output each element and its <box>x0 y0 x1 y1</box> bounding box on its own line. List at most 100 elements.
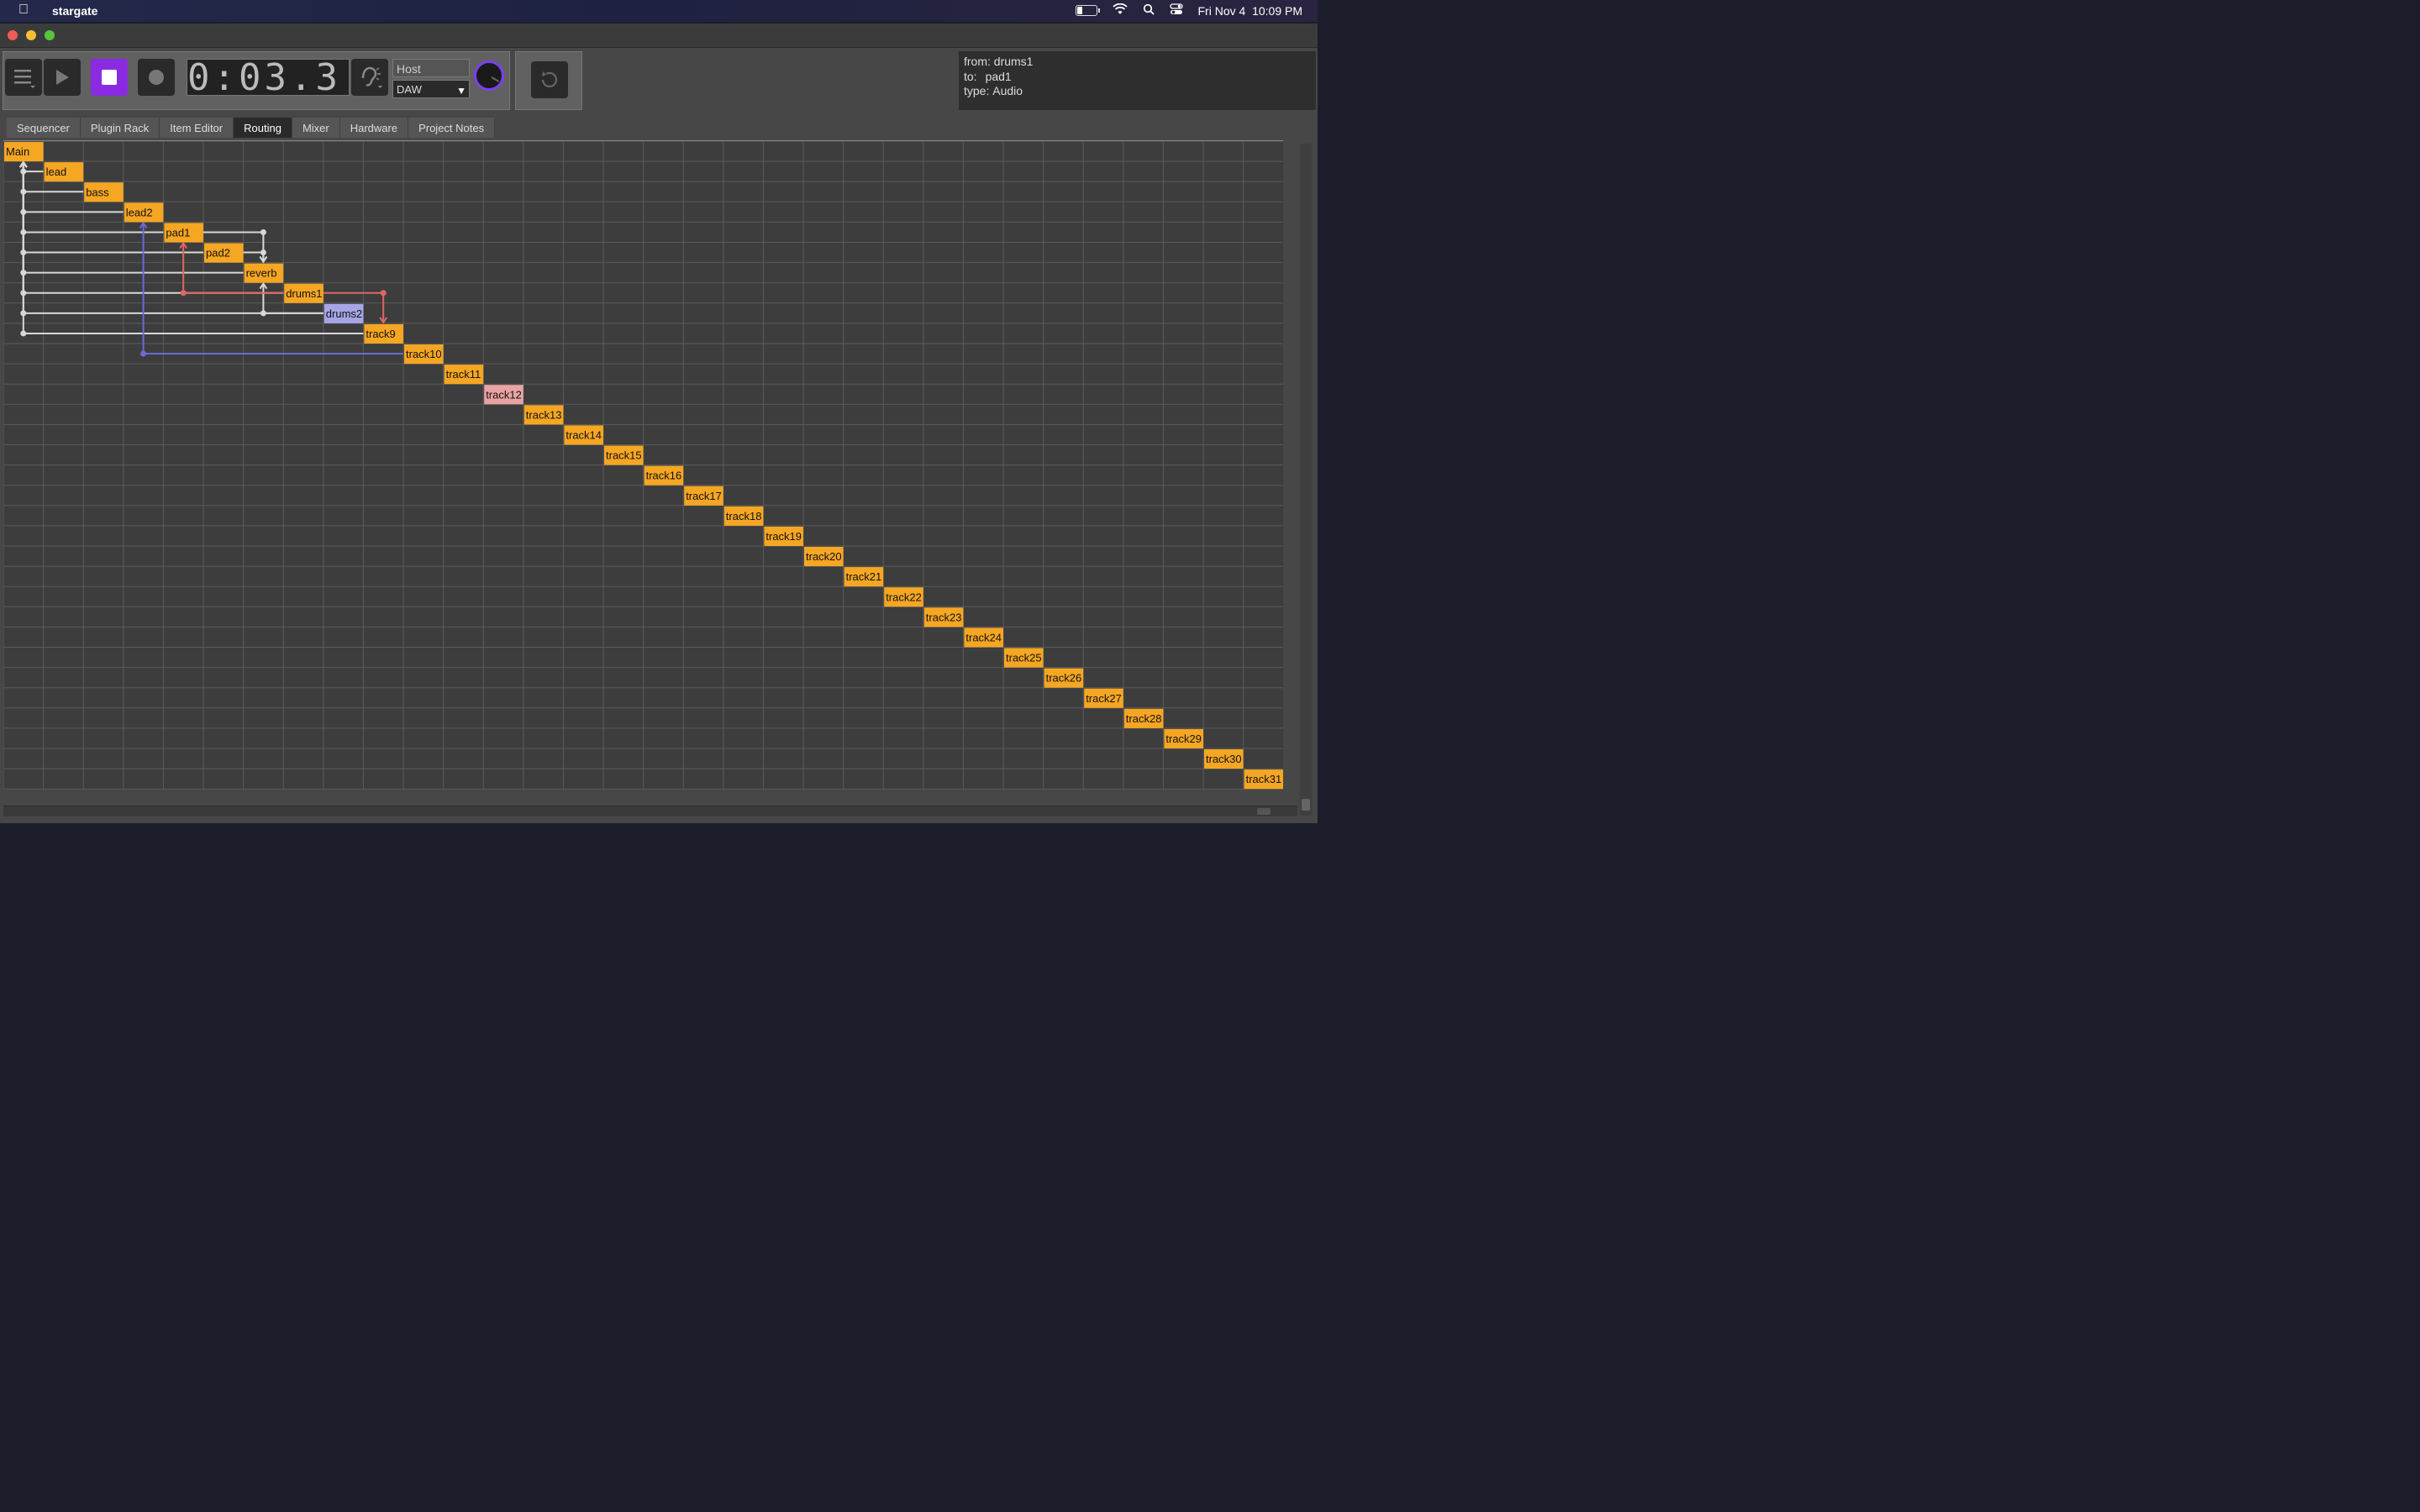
master-volume-knob[interactable] <box>474 60 504 91</box>
track-label: track20 <box>806 550 842 563</box>
track-node-track25[interactable]: track25 <box>1004 648 1044 668</box>
track-node-track14[interactable]: track14 <box>564 425 603 445</box>
track-node-drums2[interactable]: drums2 <box>324 303 364 323</box>
route-track9-to-Main[interactable] <box>18 160 364 337</box>
maximize-window-button[interactable] <box>45 30 55 40</box>
wifi-icon[interactable] <box>1112 3 1128 18</box>
track-node-lead2[interactable]: lead2 <box>124 202 164 223</box>
track-label: track21 <box>846 570 882 583</box>
track-label: track27 <box>1086 692 1122 705</box>
time-display: 0:03.3 <box>187 59 350 97</box>
track-node-reverb[interactable]: reverb <box>244 263 284 283</box>
track-node-track26[interactable]: track26 <box>1044 668 1084 688</box>
hamburger-menu-icon <box>14 70 35 88</box>
route-drums1-to-Main[interactable] <box>18 160 284 297</box>
track-node-track21[interactable]: track21 <box>844 567 884 587</box>
track-label: track12 <box>486 388 522 401</box>
close-window-button[interactable] <box>8 30 18 40</box>
track-label: bass <box>86 186 109 198</box>
vertical-scrollbar[interactable] <box>1300 144 1312 816</box>
track-label: track18 <box>726 510 762 522</box>
transport-panel: 0:03.3 Host DAW ▼ <box>3 51 510 110</box>
tab-item-editor[interactable]: Item Editor <box>160 118 234 138</box>
app-name[interactable]: stargate <box>52 4 97 18</box>
track-node-lead[interactable]: lead <box>44 162 84 182</box>
horizontal-scrollbar[interactable] <box>3 806 1297 816</box>
track-node-track27[interactable]: track27 <box>1084 688 1123 708</box>
app-window: 0:03.3 Host DAW ▼ from: drums1 to: pad1 t… <box>0 24 1318 823</box>
title-bar <box>0 24 1318 48</box>
control-center-icon[interactable] <box>1169 3 1183 18</box>
track-node-drums1[interactable]: drums1 <box>284 283 324 303</box>
route-info-panel: from: drums1 to: pad1 type: Audio <box>959 51 1316 110</box>
track-node-bass[interactable]: bass <box>84 182 124 202</box>
track-node-track31[interactable]: track31 <box>1244 769 1283 790</box>
track-label: track14 <box>566 428 602 441</box>
track-label: track23 <box>926 611 962 623</box>
routing-grid-canvas[interactable]: Main lead bass lead2 pad1 pad2 reverb drums1 dru… <box>3 141 1283 790</box>
apple-icon[interactable]:  <box>18 3 29 18</box>
to-label: to: <box>964 69 977 83</box>
track-node-track20[interactable]: track20 <box>804 547 844 567</box>
track-node-track15[interactable]: track15 <box>604 445 644 465</box>
tab-routing[interactable]: Routing <box>234 118 292 138</box>
track-node-track16[interactable]: track16 <box>644 465 684 486</box>
horizontal-scroll-thumb[interactable] <box>1257 808 1270 815</box>
stop-button[interactable] <box>91 59 128 96</box>
host-select[interactable]: DAW ▼ <box>392 80 470 98</box>
track-node-track18[interactable]: track18 <box>723 506 764 526</box>
tab-sequencer[interactable]: Sequencer <box>7 118 81 138</box>
routing-grid[interactable]: Main lead bass lead2 pad1 pad2 reverb drums1 dru… <box>3 140 1283 790</box>
track-node-track11[interactable]: track11 <box>444 365 484 385</box>
tab-hardware[interactable]: Hardware <box>339 118 409 138</box>
track-label: track9 <box>366 328 395 340</box>
route-track10-to-lead2[interactable] <box>139 221 403 357</box>
track-node-track12[interactable]: track12 <box>484 385 523 405</box>
tab-plugin-rack[interactable]: Plugin Rack <box>80 118 160 138</box>
track-node-track17[interactable]: track17 <box>684 486 723 506</box>
clock[interactable]: Fri Nov 4 10:09 PM <box>1198 4 1303 18</box>
track-node-track22[interactable]: track22 <box>884 587 923 607</box>
track-node-pad2[interactable]: pad2 <box>204 243 244 263</box>
track-node-track29[interactable]: track29 <box>1164 728 1203 748</box>
track-node-track10[interactable]: track10 <box>404 344 444 365</box>
track-node-track9[interactable]: track9 <box>364 323 403 344</box>
monitor-button[interactable] <box>351 59 388 96</box>
vertical-scroll-thumb[interactable] <box>1302 799 1310 811</box>
record-icon <box>149 70 164 85</box>
track-node-track19[interactable]: track19 <box>764 526 803 546</box>
route-pad2-to-reverb[interactable] <box>243 249 268 264</box>
track-node-track23[interactable]: track23 <box>923 607 964 627</box>
menu-button[interactable] <box>5 59 42 96</box>
track-node-Main[interactable]: Main <box>4 142 44 162</box>
battery-icon[interactable] <box>1075 5 1100 16</box>
from-value: drums1 <box>993 55 1034 68</box>
track-node-track13[interactable]: track13 <box>523 405 564 425</box>
search-icon[interactable] <box>1143 3 1155 18</box>
tab-project-notes[interactable]: Project Notes <box>408 118 496 138</box>
track-node-track30[interactable]: track30 <box>1204 749 1244 769</box>
track-node-pad1[interactable]: pad1 <box>164 223 203 243</box>
track-label: track17 <box>686 490 722 502</box>
menu-bar:  stargate Fri Nov 4 10:09 PM <box>0 0 1318 22</box>
stop-icon <box>102 70 117 85</box>
track-node-track24[interactable]: track24 <box>964 627 1003 648</box>
track-label: track13 <box>526 408 562 421</box>
track-node-track28[interactable]: track28 <box>1123 708 1164 728</box>
minimize-window-button[interactable] <box>26 30 36 40</box>
play-button[interactable] <box>44 59 81 96</box>
loop-button[interactable] <box>531 61 568 98</box>
screen:  stargate Fri Nov 4 10:09 PM <box>0 0 1318 823</box>
record-button[interactable] <box>138 59 175 96</box>
tab-mixer[interactable]: Mixer <box>292 118 340 138</box>
track-label: track19 <box>765 530 802 543</box>
host-label: Host <box>392 59 470 77</box>
track-label: track24 <box>965 631 1002 643</box>
track-label: track10 <box>406 348 442 360</box>
track-label: Main <box>6 145 29 158</box>
track-label: lead <box>46 165 67 178</box>
track-label: reverb <box>246 267 277 280</box>
from-label: from: <box>964 55 991 68</box>
track-label: track11 <box>446 368 481 381</box>
main-tabs: Sequencer Plugin Rack Item Editor Routin… <box>7 118 496 138</box>
